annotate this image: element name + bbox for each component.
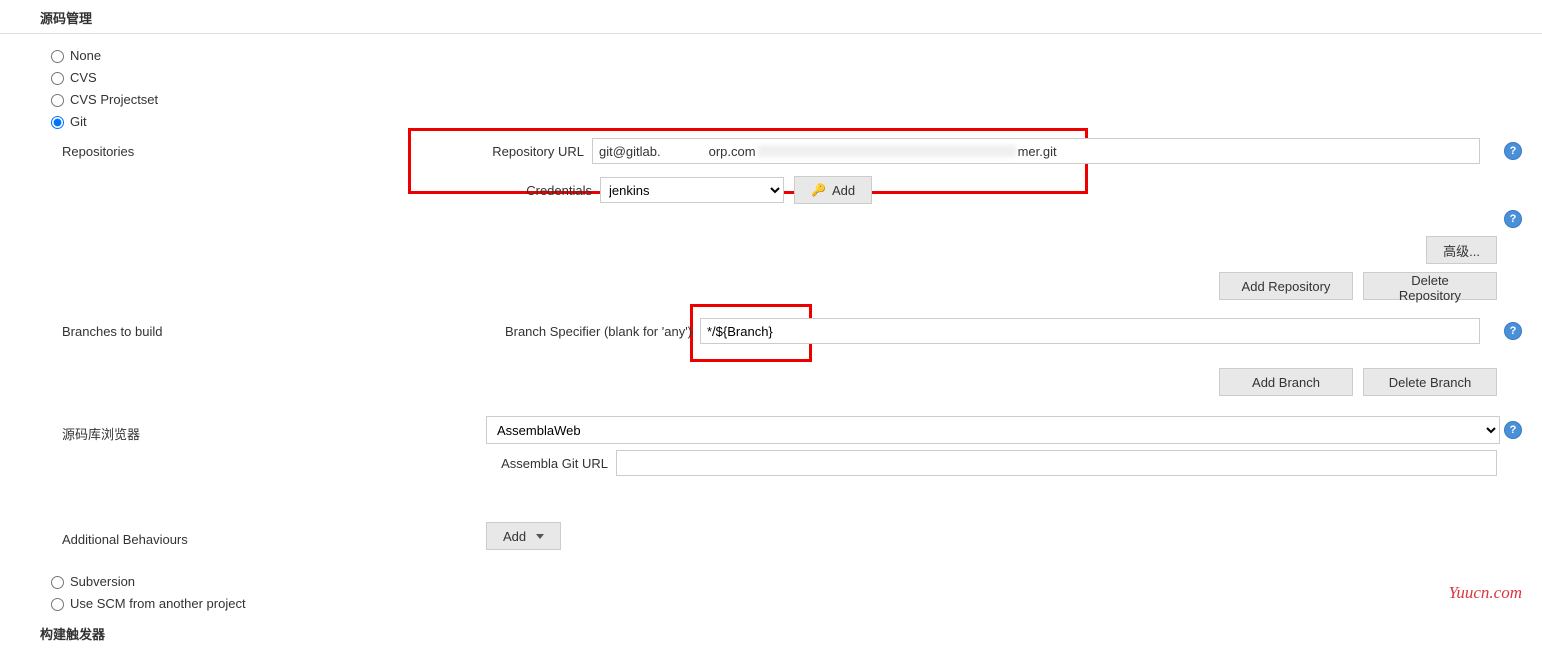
branches-to-build-label: Branches to build [62, 318, 422, 339]
delete-branch-button[interactable]: Delete Branch [1363, 368, 1497, 396]
scm-option-none[interactable]: None [46, 44, 1542, 66]
scm-label-cvs-projectset: CVS Projectset [70, 92, 158, 107]
branch-specifier-input[interactable] [700, 318, 1480, 344]
add-behaviour-button[interactable]: Add [486, 522, 561, 550]
repositories-label: Repositories [62, 138, 422, 159]
add-branch-button[interactable]: Add Branch [1219, 368, 1353, 396]
repo-browser-select[interactable]: AssemblaWeb [486, 416, 1500, 444]
scm-option-cvs-projectset[interactable]: CVS Projectset [46, 88, 1542, 110]
help-icon[interactable]: ? [1504, 421, 1522, 439]
scm-radio-group: None CVS CVS Projectset Git Repositories… [0, 34, 1542, 614]
scm-radio-cvs-projectset[interactable] [51, 94, 64, 107]
scm-option-cvs[interactable]: CVS [46, 66, 1542, 88]
scm-radio-cvs[interactable] [51, 72, 64, 85]
scm-label-none: None [70, 48, 101, 63]
repo-browser-label: 源码库浏览器 [62, 418, 486, 443]
add-repository-button[interactable]: Add Repository [1219, 272, 1353, 300]
scm-label-git: Git [70, 114, 87, 129]
add-credentials-button[interactable]: 🔑 Add [794, 176, 872, 204]
assembla-url-input[interactable] [616, 450, 1497, 476]
delete-repository-button[interactable]: Delete Repository [1363, 272, 1497, 300]
scm-option-use-scm-from[interactable]: Use SCM from another project [46, 592, 1542, 614]
watermark: Yuucn.com [1448, 583, 1522, 603]
help-icon[interactable]: ? [1504, 142, 1522, 160]
scm-section-title: 源码管理 [0, 0, 1542, 34]
scm-radio-none[interactable] [51, 50, 64, 63]
scm-label-subversion: Subversion [70, 574, 135, 589]
assembla-url-label: Assembla Git URL [486, 456, 616, 471]
scm-label-cvs: CVS [70, 70, 97, 85]
help-icon[interactable]: ? [1504, 210, 1522, 228]
chevron-down-icon [536, 534, 544, 539]
credentials-select[interactable]: jenkins [600, 177, 784, 203]
scm-option-subversion[interactable]: Subversion [46, 570, 1542, 592]
key-icon: 🔑 [811, 183, 826, 197]
scm-radio-subversion[interactable] [51, 576, 64, 589]
scm-option-git[interactable]: Git [46, 110, 1542, 132]
help-icon[interactable]: ? [1504, 322, 1522, 340]
additional-behaviours-label: Additional Behaviours [62, 526, 486, 547]
repo-url-input[interactable] [592, 138, 1480, 164]
scm-radio-use-scm-from[interactable] [51, 598, 64, 611]
repo-url-label: Repository URL [422, 144, 592, 159]
scm-radio-git[interactable] [51, 116, 64, 129]
scm-label-use-scm-from: Use SCM from another project [70, 596, 246, 611]
branch-specifier-label: Branch Specifier (blank for 'any') [422, 324, 700, 339]
credentials-label: Credentials [422, 183, 600, 198]
advanced-button[interactable]: 高级... [1426, 236, 1497, 264]
build-triggers-title: 构建触发器 [0, 614, 1542, 649]
